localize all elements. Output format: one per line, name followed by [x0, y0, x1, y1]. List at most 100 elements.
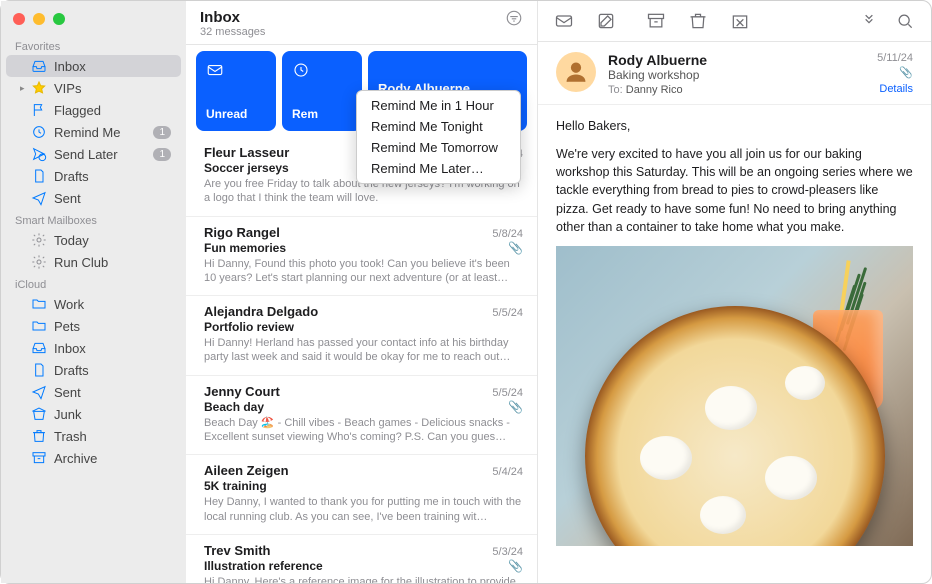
sender: Fleur Lasseur [204, 145, 289, 160]
sidebar-label: VIPs [54, 81, 171, 96]
chevron-right-icon[interactable]: ▸ [20, 83, 30, 94]
sender: Aileen Zeigen [204, 463, 289, 478]
sidebar-label: Today [54, 233, 171, 248]
unread-card[interactable]: Unread [196, 51, 276, 131]
subject: Illustration reference [204, 559, 523, 573]
zoom-window-button[interactable] [53, 13, 65, 25]
body-greeting: Hello Bakers, [556, 117, 913, 135]
subject: Fun memories [204, 241, 523, 255]
card-label: Unread [206, 107, 266, 121]
junk-button[interactable] [726, 9, 754, 33]
sidebar-label: Run Club [54, 255, 171, 270]
paper-plane-icon [30, 384, 48, 400]
send-later-icon [30, 146, 48, 162]
more-button[interactable] [855, 9, 883, 33]
sidebar-item-sent[interactable]: Sent [6, 187, 181, 209]
subject: 5K training [204, 479, 523, 493]
reader-pane: Rody Albuerne Baking workshop To: Danny … [538, 1, 931, 583]
inbox-icon [30, 340, 48, 356]
sidebar-item-drafts[interactable]: Drafts [6, 165, 181, 187]
sidebar-item-pets[interactable]: Pets [6, 315, 181, 337]
junk-icon [30, 406, 48, 422]
reader-toolbar [538, 1, 931, 42]
remind-context-menu: Remind Me in 1 Hour Remind Me Tonight Re… [356, 90, 521, 184]
trash-icon [30, 428, 48, 444]
sidebar-item-icloud-drafts[interactable]: Drafts [6, 359, 181, 381]
sidebar-item-trash[interactable]: Trash [6, 425, 181, 447]
section-favorites: Favorites [1, 35, 186, 55]
inbox-title: Inbox [200, 9, 265, 26]
menu-item-remind-tomorrow[interactable]: Remind Me Tomorrow [357, 137, 520, 158]
sidebar-item-work[interactable]: Work [6, 293, 181, 315]
sidebar-label: Trash [54, 429, 171, 444]
menu-item-remind-tonight[interactable]: Remind Me Tonight [357, 116, 520, 137]
document-icon [30, 168, 48, 184]
messages-scroll[interactable]: Fleur Lasseur5/10/24 Soccer jerseys Are … [186, 137, 537, 583]
sidebar-item-run-club[interactable]: Run Club [6, 251, 181, 273]
compose-button[interactable] [592, 9, 620, 33]
inbox-icon [30, 58, 48, 74]
sidebar-label: Send Later [54, 147, 153, 162]
message-subject: Baking workshop [608, 68, 865, 82]
paper-plane-icon [30, 190, 48, 206]
paperclip-icon: 📎 [877, 66, 913, 79]
sidebar-item-flagged[interactable]: Flagged [6, 99, 181, 121]
date: 5/8/24 [492, 228, 523, 240]
sender: Trev Smith [204, 543, 270, 558]
details-link[interactable]: Details [877, 83, 913, 95]
flag-icon [30, 102, 48, 118]
sidebar-item-vips[interactable]: ▸ VIPs [6, 77, 181, 99]
paperclip-icon: 📎 [508, 241, 523, 255]
filter-button[interactable] [505, 9, 523, 30]
clock-icon [30, 124, 48, 140]
message-row[interactable]: Alejandra Delgado5/5/24 Portfolio review… [186, 296, 537, 376]
sidebar-item-inbox[interactable]: Inbox [6, 55, 181, 77]
gear-icon [30, 254, 48, 270]
date: 5/5/24 [492, 387, 523, 399]
remind-card[interactable]: Rem [282, 51, 362, 131]
search-button[interactable] [891, 9, 919, 33]
subject: Beach day [204, 400, 523, 414]
sidebar-item-icloud-sent[interactable]: Sent [6, 381, 181, 403]
sidebar-label: Inbox [54, 59, 171, 74]
sidebar-item-junk[interactable]: Junk [6, 403, 181, 425]
close-window-button[interactable] [13, 13, 25, 25]
message-row[interactable]: Jenny Court5/5/24 Beach day 📎 Beach Day … [186, 376, 537, 456]
menu-item-remind-1hour[interactable]: Remind Me in 1 Hour [357, 95, 520, 116]
badge: 1 [153, 126, 171, 139]
sidebar-item-icloud-inbox[interactable]: Inbox [6, 337, 181, 359]
message-header: Rody Albuerne Baking workshop To: Danny … [538, 42, 931, 105]
sidebar-label: Remind Me [54, 125, 153, 140]
date: 5/4/24 [492, 466, 523, 478]
sidebar-item-today[interactable]: Today [6, 229, 181, 251]
message-row[interactable]: Rigo Rangel5/8/24 Fun memories 📎 Hi Dann… [186, 217, 537, 297]
digest-row: Unread Rem Rody Albuerne shop We're very… [186, 45, 537, 137]
sidebar-label: Junk [54, 407, 171, 422]
sidebar-label: Flagged [54, 103, 171, 118]
sidebar-item-send-later[interactable]: Send Later 1 [6, 143, 181, 165]
message-row[interactable]: Aileen Zeigen 5/4/24 5K training Hey Dann… [186, 455, 537, 535]
message-list-pane: Inbox 32 messages Unread Rem Rody Albuer… [186, 1, 538, 583]
inbox-header: Inbox 32 messages [186, 1, 537, 45]
sidebar-label: Inbox [54, 341, 171, 356]
sidebar: Favorites Inbox ▸ VIPs Flagged Remind Me… [1, 1, 186, 583]
preview: Hey Danny, I wanted to thank you for put… [204, 495, 523, 524]
message-row[interactable]: Trev Smith5/3/24 Illustration reference … [186, 535, 537, 583]
preview: Hi Danny! Herland has passed your contac… [204, 336, 523, 365]
menu-item-remind-later[interactable]: Remind Me Later… [357, 158, 520, 179]
minimize-window-button[interactable] [33, 13, 45, 25]
delete-button[interactable] [684, 9, 712, 33]
section-smart: Smart Mailboxes [1, 209, 186, 229]
message-date: 5/11/24 [877, 52, 913, 64]
message-body[interactable]: Hello Bakers, We're very excited to have… [538, 105, 931, 583]
clock-icon [292, 61, 310, 79]
sidebar-item-remind-me[interactable]: Remind Me 1 [6, 121, 181, 143]
sidebar-item-archive[interactable]: Archive [6, 447, 181, 469]
date: 5/5/24 [492, 307, 523, 319]
star-icon [30, 80, 48, 96]
window-controls [1, 7, 186, 35]
preview: Hi Danny, Here's a reference image for t… [204, 575, 523, 583]
message-count: 32 messages [200, 26, 265, 38]
archive-button[interactable] [642, 9, 670, 33]
new-message-button[interactable] [550, 9, 578, 33]
